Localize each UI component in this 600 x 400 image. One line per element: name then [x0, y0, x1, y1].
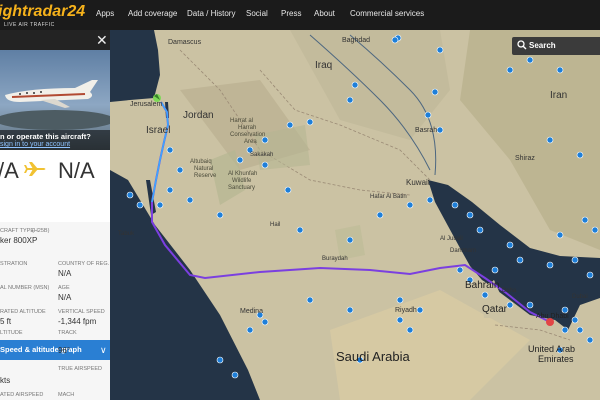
label-hail: Hail	[270, 222, 280, 228]
label-doha: Doha	[502, 288, 517, 294]
search-label: Search	[529, 41, 556, 50]
country-value: N/A	[58, 269, 72, 278]
age-label: AGE	[58, 285, 70, 291]
svg-text:Reserve: Reserve	[194, 173, 217, 179]
nav-about[interactable]: About	[314, 9, 335, 18]
nav-commercial-services[interactable]: Commercial services	[350, 9, 424, 18]
destination-code: N/A	[58, 158, 95, 183]
map-canvas: Iraq Jordan Israel Iran Kuwait Bahrain Q…	[110, 30, 600, 400]
indicated-airspeed-label: ATED AIRSPEED	[0, 392, 44, 398]
label-abu-dhabi: Abu Dhabi	[536, 313, 569, 320]
nav-add-coverage[interactable]: Add coverage	[128, 9, 177, 18]
nav-social[interactable]: Social	[246, 9, 268, 18]
search-box[interactable]: Search	[512, 37, 600, 55]
airplane-icon	[24, 162, 46, 176]
calibrated-altitude-value: 5 ft	[0, 317, 12, 326]
track-label: TRACK	[58, 330, 77, 336]
flight-map[interactable]: Iraq Jordan Israel Iran Kuwait Bahrain Q…	[110, 30, 600, 400]
route-summary: /A N/A	[0, 150, 110, 223]
speed-altitude-graph-toggle[interactable]: Speed & altitude graph ∨	[0, 340, 110, 360]
promo-question: n or operate this aircraft?	[0, 132, 91, 141]
svg-text:Area: Area	[244, 139, 257, 145]
label-medina: Medina	[240, 308, 263, 315]
svg-text:Wildlife: Wildlife	[232, 178, 252, 184]
logo-text: ightradar24	[0, 3, 86, 20]
calibrated-altitude-label: RATED ALTITUDE	[0, 309, 46, 315]
svg-text:Natural: Natural	[194, 166, 213, 172]
flightradar24-logo[interactable]: ightradar24 LIVE AIR TRAFFIC	[0, 2, 86, 28]
vertical-speed-label: VERTICAL SPEED	[58, 309, 105, 315]
label-baghdad: Baghdad	[342, 37, 370, 44]
ground-speed-value: kts	[0, 376, 11, 385]
label-kuwait: Kuwait	[406, 178, 431, 187]
label-riyadh: Riyadh	[395, 307, 417, 314]
search-icon	[517, 40, 527, 50]
label-damascus: Damascus	[168, 39, 202, 46]
svg-text:Harrah: Harrah	[238, 125, 256, 131]
age-value: N/A	[58, 293, 72, 302]
label-dammam: Dammam	[450, 248, 476, 254]
logo-subtitle: LIVE AIR TRAFFIC	[4, 22, 55, 28]
aircraft-model: ker 800XP	[0, 236, 38, 245]
registration-label: STRATION	[0, 261, 28, 267]
chevron-down-icon: ∨	[100, 345, 107, 355]
svg-text:Sanctuary: Sanctuary	[228, 185, 255, 191]
claim-aircraft-promo: n or operate this aircraft? sign in to y…	[0, 130, 110, 150]
label-jordan: Jordan	[183, 110, 214, 121]
speed-details: kts TRUE AIRSPEED ATED AIRSPEED MACH	[0, 360, 110, 400]
label-hafar-al-batin: Hafar Al Batin	[370, 194, 407, 200]
nav-press[interactable]: Press	[281, 9, 301, 18]
mach-label: MACH	[58, 392, 75, 398]
top-navigation-bar: ightradar24 LIVE AIR TRAFFIC Apps Add co…	[0, 0, 600, 30]
label-qatar: Qatar	[482, 304, 508, 315]
label-israel: Israel	[146, 125, 170, 136]
aircraft-details: CRAFT TYPE (H25B) ker 800XP STRATION COU…	[0, 222, 110, 340]
aircraft-type-code: (H25B)	[32, 228, 50, 234]
label-buraydah: Buraydah	[322, 256, 348, 262]
label-tabuk: Tabuk	[118, 231, 135, 237]
label-bahrain: Bahrain	[465, 280, 499, 291]
svg-text:Conservation: Conservation	[230, 132, 265, 138]
panel-header: ✕	[0, 30, 110, 50]
aircraft-info-panel: ✕ n or operate this aircraft? sign in to…	[0, 30, 110, 400]
label-al-jubail: Al Jubail	[440, 236, 463, 242]
label-jerusalem: Jerusalem	[130, 101, 162, 108]
label-iraq: Iraq	[315, 60, 332, 71]
altitude-label: LTITUDE	[0, 330, 23, 336]
label-shiraz: Shiraz	[515, 155, 535, 162]
label-basrah: Basrah	[415, 127, 437, 134]
aircraft-silhouette	[0, 80, 110, 130]
svg-text:Harrat al: Harrat al	[230, 118, 253, 124]
track-value: 96°	[58, 346, 71, 355]
country-label: COUNTRY OF REG.	[58, 261, 110, 267]
nav-data-history[interactable]: Data / History	[187, 9, 235, 18]
label-iran: Iran	[550, 90, 567, 101]
label-uae-line1: United Arab	[528, 344, 575, 354]
label-uae-line2: Emirates	[538, 354, 574, 364]
serial-label: AL NUMBER (MSN)	[0, 285, 50, 291]
label-sakakah: Sakakah	[250, 152, 273, 158]
vertical-speed-value: -1,344 fpm	[58, 317, 97, 326]
nav-apps[interactable]: Apps	[96, 9, 114, 18]
label-saudi-arabia: Saudi Arabia	[336, 349, 410, 364]
aircraft-type-label: CRAFT TYPE	[0, 228, 35, 234]
sign-in-link[interactable]: sign in to your account	[0, 141, 70, 148]
svg-text:Altubaiq: Altubaiq	[190, 159, 212, 165]
label-dubai: Dubai	[572, 294, 588, 300]
true-airspeed-label: TRUE AIRSPEED	[58, 366, 103, 372]
close-icon[interactable]: ✕	[96, 33, 108, 47]
svg-text:Al Khunfah: Al Khunfah	[228, 171, 257, 177]
origin-code: /A	[0, 158, 19, 183]
